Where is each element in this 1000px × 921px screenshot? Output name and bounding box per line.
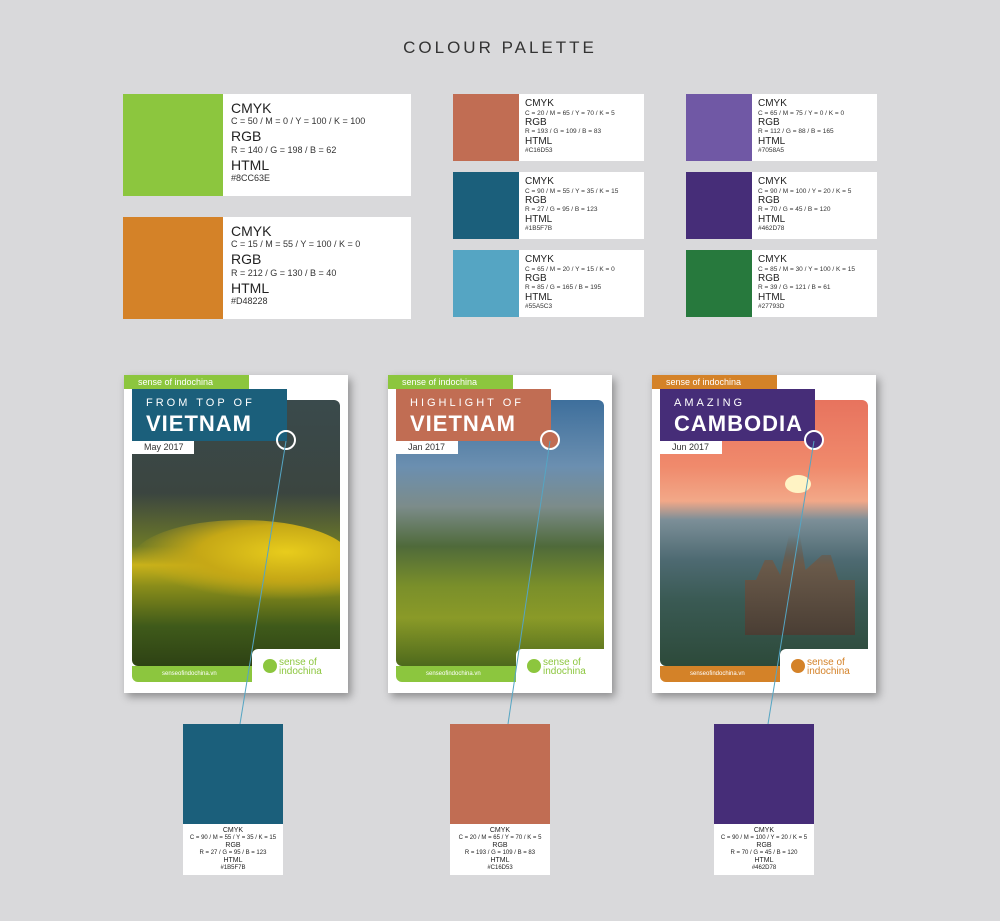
html-label: HTML [754, 857, 774, 864]
cmyk-value: C = 90 / M = 55 / Y = 35 / K = 15 [189, 834, 277, 841]
rgb-value: R = 193 / G = 109 / B = 83 [464, 849, 536, 856]
html-value: #C16D53 [487, 864, 513, 871]
rgb-label: RGB [492, 842, 508, 849]
cmyk-label: CMYK [222, 827, 244, 834]
html-value: #1B5F7B [220, 864, 246, 871]
bottom-swatch-purple: CMYK C = 90 / M = 100 / Y = 20 / K = 5 R… [714, 724, 814, 875]
rgb-label: RGB [225, 842, 241, 849]
connector-line [767, 440, 815, 725]
rgb-value: R = 70 / G = 45 / B = 120 [730, 849, 798, 856]
connector-line [507, 440, 551, 725]
swatch-color [450, 724, 550, 824]
rgb-value: R = 27 / G = 95 / B = 123 [199, 849, 267, 856]
swatch-color [183, 724, 283, 824]
html-value: #462D78 [751, 864, 777, 871]
connector-line [239, 440, 287, 725]
cmyk-value: C = 90 / M = 100 / Y = 20 / K = 5 [720, 834, 808, 841]
bottom-swatch-terracotta: CMYK C = 20 / M = 65 / Y = 70 / K = 5 RG… [450, 724, 550, 875]
bottom-swatch-teal: CMYK C = 90 / M = 55 / Y = 35 / K = 15 R… [183, 724, 283, 875]
html-label: HTML [223, 857, 243, 864]
html-label: HTML [490, 857, 510, 864]
cmyk-value: C = 20 / M = 65 / Y = 70 / K = 5 [458, 834, 542, 841]
cmyk-label: CMYK [753, 827, 775, 834]
cmyk-label: CMYK [489, 827, 511, 834]
swatch-color [714, 724, 814, 824]
rgb-label: RGB [756, 842, 772, 849]
